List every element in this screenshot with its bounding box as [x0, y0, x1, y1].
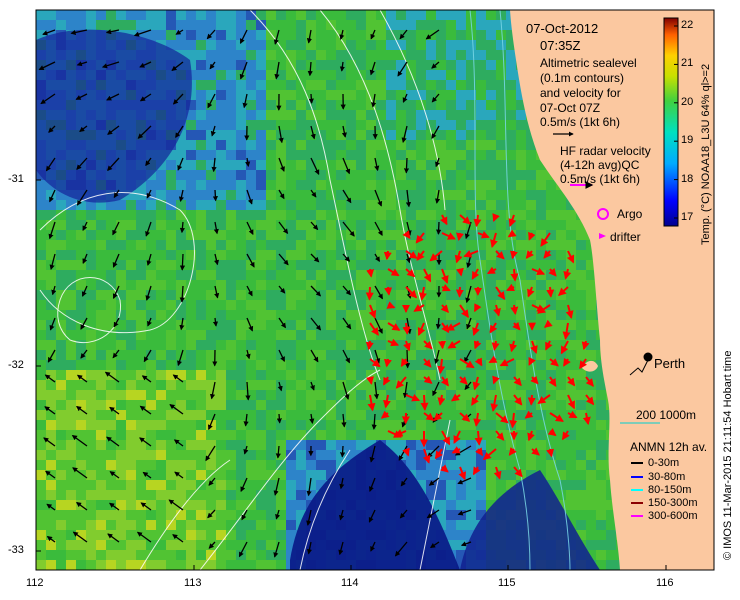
- colorbar-tick-label: 22: [681, 19, 694, 31]
- sealevel-note-4: 07-Oct 07Z: [540, 101, 601, 115]
- anmn-legend-item: 80-150m: [648, 484, 692, 496]
- drifter-label: drifter: [610, 230, 641, 244]
- velocity-arrow: [404, 349, 411, 369]
- anmn-legend-item: 150-300m: [648, 497, 698, 509]
- velocity-arrow: [276, 413, 282, 424]
- hf-velocity-arrow: [420, 394, 429, 411]
- colorbar-tick-label: 17: [681, 211, 694, 223]
- sealevel-note-1: Altimetric sealevel: [540, 56, 637, 70]
- depth-contour-label: 200 1000m: [636, 408, 697, 422]
- imos-credit: © IMOS 11-Mar-2015 21:11:54 Hobart time: [722, 350, 734, 560]
- hf-velocity-arrow: [384, 286, 393, 296]
- velocity-arrow: [403, 157, 410, 174]
- x-tick-label: 113: [184, 577, 202, 589]
- anmn-legend-item: 300-600m: [648, 510, 698, 522]
- hf-velocity-arrow: [510, 268, 519, 282]
- x-tick-label: 116: [656, 577, 674, 589]
- hf-velocity-arrow: [383, 358, 392, 368]
- map-date: 07-Oct-2012: [526, 21, 599, 36]
- hf-velocity-arrow: [365, 340, 374, 351]
- velocity-arrow: [436, 221, 442, 235]
- y-tick-label: -33: [8, 544, 24, 556]
- x-tick-label: 115: [498, 577, 516, 589]
- anmn-legend-item: 0-30m: [648, 457, 680, 469]
- y-tick-label: -31: [8, 173, 24, 185]
- hf-velocity-arrow: [383, 250, 392, 261]
- hf-velocity-arrow: [509, 250, 518, 260]
- x-tick-label: 114: [341, 577, 359, 589]
- velocity-arrow: [179, 253, 186, 271]
- velocity-arrow: [212, 189, 218, 202]
- y-tick-label: -32: [8, 359, 24, 371]
- anmn-legend-title: ANMN 12h av.: [630, 440, 708, 454]
- anmn-legend-item: 30-80m: [648, 471, 686, 483]
- hf-velocity-arrow: [527, 394, 536, 406]
- hf-velocity-arrow: [546, 286, 555, 298]
- colorbar-title: Temp. (°C) NOAA18_L3U 64% ql>=2: [700, 63, 712, 245]
- sst-map: [0, 0, 740, 600]
- hf-velocity-arrow: [456, 232, 464, 242]
- hf-velocity-arrow: [365, 286, 374, 301]
- hf-velocity-arrow: [438, 340, 447, 350]
- sealevel-note-3: and velocity for: [540, 86, 621, 100]
- argo-label: Argo: [617, 207, 643, 221]
- velocity-arrow: [308, 93, 314, 104]
- map-time: 07:35Z: [540, 38, 581, 53]
- hf-velocity-arrow: [474, 430, 483, 446]
- sealevel-note-5: 0.5m/s (1kt 6h): [540, 115, 621, 129]
- colorbar-tick-label: 18: [681, 172, 694, 185]
- hf-note-1: HF radar velocity: [560, 144, 651, 158]
- colorbar: [663, 17, 679, 227]
- city-label-perth: Perth: [654, 356, 686, 371]
- colorbar-tick-label: 21: [681, 57, 694, 70]
- colorbar-tick-label: 19: [681, 134, 694, 147]
- x-tick-label: 112: [26, 577, 44, 589]
- hf-velocity-arrow: [366, 376, 374, 385]
- hf-velocity-arrow: [366, 268, 375, 278]
- hf-velocity-arrow: [402, 322, 411, 335]
- hf-velocity-arrow: [510, 304, 519, 315]
- hf-velocity-arrow: [455, 267, 464, 277]
- hf-note-3: 0.5m/s (1kt 6h): [560, 172, 641, 186]
- colorbar-tick-label: 20: [681, 95, 694, 108]
- hf-note-2: (4-12h avg)QC: [560, 158, 640, 172]
- sealevel-note-2: (0.1m contours): [540, 71, 625, 85]
- velocity-arrow: [339, 445, 346, 458]
